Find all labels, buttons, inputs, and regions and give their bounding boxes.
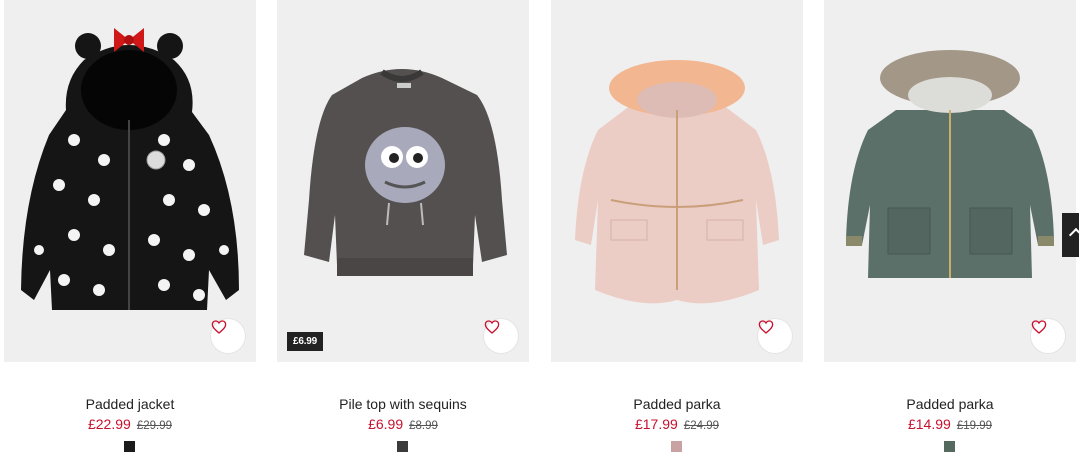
price-badge: £6.99 [287, 332, 324, 351]
heart-icon [484, 320, 500, 334]
sale-price: £6.99 [368, 416, 404, 432]
product-prices: £6.99 £8.99 [277, 416, 529, 432]
product-image-padded-parka-pink[interactable] [551, 0, 803, 362]
product-image-padded-jacket[interactable] [4, 0, 256, 362]
original-price: £8.99 [409, 420, 438, 432]
product-prices: £22.99 £29.99 [4, 416, 256, 432]
favourite-button[interactable] [484, 319, 518, 353]
product-image-padded-parka-green[interactable] [824, 0, 1076, 362]
product-card[interactable]: Padded jacket £22.99 £29.99 [4, 0, 256, 473]
original-price: £29.99 [136, 420, 172, 432]
color-swatch[interactable] [124, 441, 135, 452]
heart-icon [758, 320, 774, 334]
favourite-button[interactable] [211, 319, 245, 353]
heart-icon [211, 320, 227, 334]
original-price: £19.99 [956, 420, 992, 432]
color-swatch[interactable] [944, 441, 955, 452]
color-swatch[interactable] [397, 441, 408, 452]
favourite-button[interactable] [1031, 319, 1065, 353]
scroll-to-top-button[interactable] [1062, 213, 1079, 257]
sale-price: £14.99 [907, 416, 951, 432]
product-prices: £14.99 £19.99 [824, 416, 1076, 432]
product-grid: Padded jacket £22.99 £29.99 £6.99 Pile t… [0, 0, 1079, 473]
color-swatch[interactable] [671, 441, 682, 452]
product-name[interactable]: Pile top with sequins [277, 396, 529, 412]
original-price: £24.99 [683, 420, 719, 432]
sale-price: £22.99 [87, 416, 131, 432]
heart-icon [1031, 320, 1047, 334]
product-card[interactable]: Padded parka £17.99 £24.99 [551, 0, 803, 473]
product-card[interactable]: Padded parka £14.99 £19.99 [824, 0, 1076, 473]
sale-price: £17.99 [634, 416, 678, 432]
product-name[interactable]: Padded jacket [4, 396, 256, 412]
chevron-up-icon [1068, 227, 1079, 243]
favourite-button[interactable] [758, 319, 792, 353]
product-card[interactable]: £6.99 Pile top with sequins £6.99 £8.99 [277, 0, 529, 473]
product-prices: £17.99 £24.99 [551, 416, 803, 432]
product-name[interactable]: Padded parka [551, 396, 803, 412]
product-name[interactable]: Padded parka [824, 396, 1076, 412]
product-image-pile-top[interactable]: £6.99 [277, 0, 529, 362]
